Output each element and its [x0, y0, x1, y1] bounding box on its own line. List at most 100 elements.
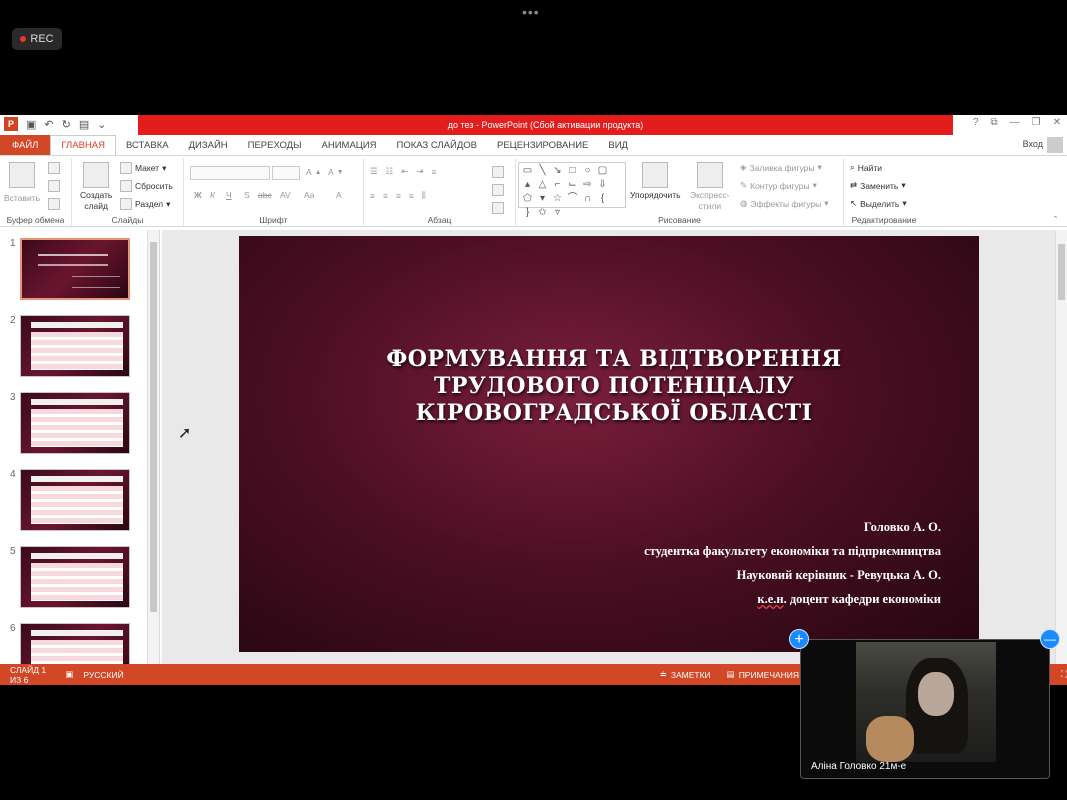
slide-title[interactable]: ФОРМУВАННЯ ТА ВІДТВОРЕННЯ ТРУДОВОГО ПОТЕ…: [319, 346, 909, 427]
select-button[interactable]: ↖ Выделить ▾: [850, 198, 907, 209]
align-left-icon[interactable]: ≡: [370, 191, 375, 201]
tab-transitions[interactable]: ПЕРЕХОДЫ: [238, 135, 312, 155]
strikethrough-button[interactable]: abc: [258, 190, 272, 200]
tab-file[interactable]: ФАЙЛ: [0, 135, 51, 155]
tab-home[interactable]: ГЛАВНАЯ: [50, 135, 116, 155]
list-buttons[interactable]: ☰ ☷ ⇤ ⇥ ≡: [370, 166, 436, 177]
underline-button[interactable]: Ч: [226, 190, 232, 200]
current-slide[interactable]: ФОРМУВАННЯ ТА ВІДТВОРЕННЯ ТРУДОВОГО ПОТЕ…: [239, 236, 979, 652]
video-minimize-button[interactable]: —: [1040, 629, 1060, 649]
justify-icon[interactable]: ≡: [409, 191, 414, 201]
bullets-icon[interactable]: ☰: [370, 166, 378, 177]
shape-outline-button[interactable]: ✎ Контур фигуры ▾: [740, 180, 817, 191]
copy-button[interactable]: [48, 180, 60, 192]
redo-icon[interactable]: ↻: [62, 118, 71, 131]
char-spacing-button[interactable]: AV: [280, 190, 291, 200]
cut-button[interactable]: [48, 162, 60, 174]
thumbnail-slide-1[interactable]: 1: [8, 238, 138, 302]
increase-indent-icon[interactable]: ⇥: [416, 166, 423, 177]
save-icon[interactable]: ▣: [26, 118, 36, 131]
shrink-font-button[interactable]: A ▼: [328, 167, 344, 177]
text-direction-button[interactable]: [492, 166, 504, 178]
thumbnail-slide-2[interactable]: 2: [8, 315, 138, 379]
quick-styles-button[interactable]: Экспресс- стили: [690, 162, 730, 212]
brace-shape-icon[interactable]: {: [595, 192, 610, 206]
thumbnail-slide-3[interactable]: 3: [8, 392, 138, 456]
more-shapes-icon[interactable]: ▴: [520, 178, 535, 192]
shape-fill-button[interactable]: ◈ Заливка фигуры ▾: [740, 162, 822, 173]
star-shape-icon[interactable]: ☆: [550, 192, 565, 206]
italic-button[interactable]: К: [210, 190, 215, 200]
curve-shape-icon[interactable]: ⌒: [565, 192, 580, 206]
columns-icon[interactable]: ⫼: [422, 190, 426, 201]
freeform-shape-icon[interactable]: ∩: [580, 192, 595, 206]
arrow-line-shape-icon[interactable]: ↘: [550, 164, 565, 178]
thumbnail-preview[interactable]: [20, 392, 130, 454]
connector-shape-icon[interactable]: ⌐: [550, 178, 565, 192]
user-avatar-icon[interactable]: [1047, 137, 1063, 153]
help-button[interactable]: ?: [973, 117, 979, 128]
close-button[interactable]: ✕: [1053, 117, 1061, 128]
top-dots[interactable]: •••: [522, 4, 540, 20]
new-slide-button[interactable]: Создать слайд: [80, 162, 112, 212]
thumbnail-preview[interactable]: [20, 315, 130, 377]
sign-in-link[interactable]: Вход: [1023, 139, 1043, 149]
minimize-button[interactable]: —: [1010, 117, 1020, 128]
font-family-combo[interactable]: [190, 166, 270, 180]
replace-button[interactable]: ⇄ Заменить ▾: [850, 180, 906, 191]
thumbnails-scrollbar[interactable]: [147, 230, 159, 664]
format-painter-button[interactable]: [48, 198, 60, 210]
spellcheck-icon[interactable]: ▣: [65, 669, 73, 680]
elbow-shape-icon[interactable]: ⌙: [565, 178, 580, 192]
align-right-icon[interactable]: ≡: [396, 191, 401, 201]
slide-degree[interactable]: к.е.н. доцент кафедри економіки: [481, 592, 941, 607]
decrease-indent-icon[interactable]: ⇤: [401, 166, 408, 177]
tab-view[interactable]: ВИД: [598, 135, 638, 155]
scroll-shapes-icon[interactable]: ▾: [535, 192, 550, 206]
tab-design[interactable]: ДИЗАЙН: [179, 135, 238, 155]
video-call-tile[interactable]: Аліна Головко 21м-е: [800, 639, 1050, 779]
thumbnail-preview[interactable]: [20, 469, 130, 531]
language-indicator[interactable]: РУССКИЙ: [83, 670, 123, 680]
font-size-combo[interactable]: [272, 166, 300, 180]
rounded-rect-shape-icon[interactable]: ▢: [595, 164, 610, 178]
change-case-button[interactable]: Aa: [304, 190, 314, 200]
tab-animations[interactable]: АНИМАЦИЯ: [312, 135, 387, 155]
right-arrow-shape-icon[interactable]: ⇨: [580, 178, 595, 192]
shadow-button[interactable]: S: [244, 190, 250, 200]
smartart-button[interactable]: [492, 202, 504, 214]
find-button[interactable]: ⌕ Найти: [850, 162, 882, 173]
thumbnail-preview[interactable]: [20, 623, 130, 664]
align-center-icon[interactable]: ≡: [383, 191, 388, 201]
align-text-button[interactable]: [492, 184, 504, 196]
thumbnail-preview[interactable]: [20, 546, 130, 608]
arrange-button[interactable]: Упорядочить: [630, 162, 681, 200]
paste-button[interactable]: Вставить: [4, 162, 40, 203]
start-slideshow-icon[interactable]: ▤: [79, 118, 89, 131]
slide-advisor[interactable]: Науковий керівник - Ревуцька А. О.: [481, 568, 941, 583]
restore-button[interactable]: ❐: [1032, 117, 1041, 128]
tab-review[interactable]: РЕЦЕНЗИРОВАНИЕ: [487, 135, 598, 155]
tab-insert[interactable]: ВСТАВКА: [116, 135, 179, 155]
rectangle-shape-icon[interactable]: □: [565, 164, 580, 178]
bold-button[interactable]: Ж: [194, 190, 202, 200]
numbering-icon[interactable]: ☷: [386, 166, 394, 177]
oval-shape-icon[interactable]: ○: [580, 164, 595, 178]
reset-button[interactable]: Сбросить: [120, 180, 173, 192]
align-buttons[interactable]: ≡ ≡ ≡ ≡ ⫼: [370, 190, 426, 201]
slide-student[interactable]: студентка факультету економіки та підпри…: [481, 544, 941, 559]
collapse-ribbon-icon[interactable]: ⌃: [1052, 214, 1059, 225]
shape-effects-button[interactable]: ◍ Эффекты фигуры ▾: [740, 198, 829, 209]
shapes-gallery[interactable]: ▭ ╲ ↘ □ ○ ▢ ▴ △ ⌐ ⌙ ⇨ ⇩ ⬠ ▾ ☆ ⌒ ∩{} ✩ ▿: [518, 162, 626, 218]
notes-button[interactable]: ≐ ЗАМЕТКИ: [660, 669, 711, 680]
thumbnail-slide-6[interactable]: 6: [8, 623, 138, 664]
undo-icon[interactable]: ↶: [44, 118, 53, 131]
ribbon-display-button[interactable]: ⧉: [991, 117, 998, 128]
section-button[interactable]: Раздел ▾: [120, 198, 170, 210]
slide-scrollbar[interactable]: [1055, 230, 1067, 664]
down-arrow-shape-icon[interactable]: ⇩: [595, 178, 610, 192]
line-spacing-icon[interactable]: ≡: [432, 167, 437, 177]
thumbnail-slide-4[interactable]: 4: [8, 469, 138, 533]
layout-button[interactable]: Макет ▾: [120, 162, 166, 174]
textbox-shape-icon[interactable]: ▭: [520, 164, 535, 178]
